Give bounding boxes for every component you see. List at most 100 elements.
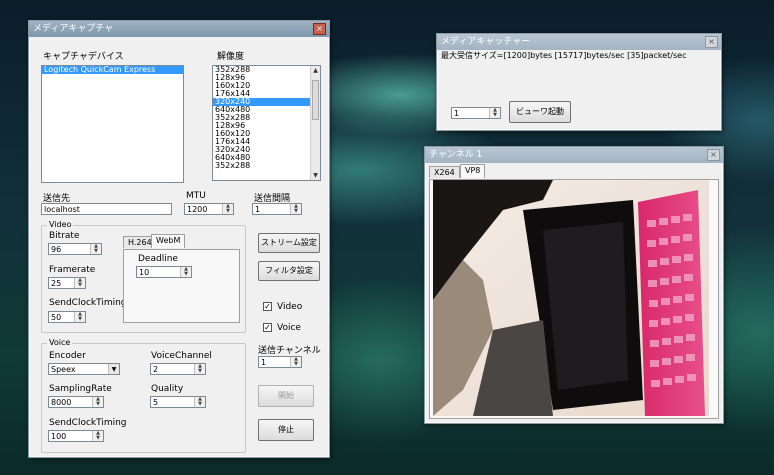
down-icon[interactable]: ▼ (291, 209, 301, 214)
video-frame (433, 180, 709, 416)
voice-group-title: Voice (47, 338, 73, 347)
mtu-value: 1200 (187, 205, 208, 214)
down-icon[interactable]: ▼ (490, 113, 500, 118)
voice-check-label: Voice (277, 323, 301, 333)
capture-window: メディアキャプチャ × キャプチャデバイス 解像度 Logitech Quick… (28, 20, 330, 458)
close-icon[interactable]: × (705, 36, 718, 48)
deadline-stepper[interactable]: 10 ▲ ▼ (136, 266, 192, 278)
stepper-arrows[interactable]: ▲ ▼ (180, 267, 191, 277)
channel-title: チャンネル 1 (429, 150, 483, 160)
capture-title: メディアキャプチャ (33, 24, 114, 34)
interval-stepper[interactable]: 1 ▲ ▼ (252, 203, 302, 215)
scroll-down-icon[interactable]: ▼ (311, 171, 320, 180)
tab-vp8[interactable]: VP8 (460, 164, 486, 178)
voice-sendclock-stepper[interactable]: 100 ▲ ▼ (48, 430, 104, 442)
channel-window: チャンネル 1 × X264 VP8 (424, 146, 724, 424)
sendclock-stepper[interactable]: 50 ▲ ▼ (48, 311, 86, 323)
deadline-label: Deadline (138, 254, 178, 264)
down-icon[interactable]: ▼ (93, 402, 103, 407)
sampling-value: 8000 (51, 398, 72, 407)
catcher-status: 最大受信サイズ=[1200]bytes [15717]bytes/sec [35… (441, 51, 687, 60)
close-icon[interactable]: × (707, 149, 720, 161)
catcher-title: メディアキャッチャー (441, 37, 531, 47)
viewer-launch-button[interactable]: ビューワ起動 (509, 101, 571, 123)
stepper-arrows[interactable]: ▲ ▼ (74, 278, 85, 288)
stepper-arrows[interactable]: ▲ ▼ (194, 364, 205, 374)
resolution-item[interactable]: 352x288 (213, 162, 320, 170)
voice-sendclock-label: SendClockTiming (49, 418, 127, 428)
send-channel-label: 送信チャンネル (258, 346, 321, 356)
deadline-value: 10 (139, 268, 150, 277)
framerate-stepper[interactable]: 25 ▲ ▼ (48, 277, 86, 289)
capture-titlebar[interactable]: メディアキャプチャ × (29, 21, 329, 37)
stepper-arrows[interactable]: ▲ ▼ (90, 244, 101, 254)
dest-input[interactable]: localhost (41, 203, 172, 215)
close-icon[interactable]: × (313, 23, 326, 35)
tab-x264[interactable]: X264 (429, 166, 460, 178)
down-icon[interactable]: ▼ (223, 209, 233, 214)
stepper-arrows[interactable]: ▲ ▼ (489, 108, 500, 118)
framerate-label: Framerate (49, 265, 96, 275)
sendclock-value: 50 (51, 313, 62, 322)
stepper-arrows[interactable]: ▲ ▼ (74, 312, 85, 322)
sampling-label: SamplingRate (49, 384, 112, 394)
stepper-arrows[interactable]: ▲ ▼ (92, 431, 103, 441)
mtu-label: MTU (186, 191, 206, 201)
stepper-arrows[interactable]: ▲ ▼ (290, 204, 301, 214)
quality-value: 5 (153, 398, 159, 407)
quality-label: Quality (151, 384, 184, 394)
encoder-label: Encoder (49, 351, 86, 361)
bitrate-value: 96 (51, 245, 62, 254)
stepper-arrows[interactable]: ▲ ▼ (222, 204, 233, 214)
mtu-stepper[interactable]: 1200 ▲ ▼ (184, 203, 234, 215)
scroll-thumb[interactable] (312, 80, 319, 120)
down-icon[interactable]: ▼ (75, 317, 85, 322)
stop-button[interactable]: 停止 (258, 419, 314, 441)
down-icon[interactable]: ▼ (195, 369, 205, 374)
bitrate-stepper[interactable]: 96 ▲ ▼ (48, 243, 102, 255)
tab-webm[interactable]: WebM (151, 234, 186, 248)
interval-value: 1 (255, 205, 261, 214)
device-item[interactable]: Logitech QuickCam Express (42, 66, 183, 74)
down-icon[interactable]: ▼ (91, 249, 101, 254)
voice-channel-value: 2 (153, 365, 159, 374)
resolution-label: 解像度 (217, 52, 245, 62)
voice-channel-label: VoiceChannel (151, 351, 212, 361)
voice-group: Voice Encoder Speex ▼ VoiceChannel 2 ▲ ▼ … (41, 338, 246, 453)
down-icon[interactable]: ▼ (181, 272, 191, 277)
down-icon[interactable]: ▼ (75, 283, 85, 288)
resolution-scrollbar[interactable]: ▲ ▼ (310, 66, 320, 180)
video-group-title: Video (47, 220, 74, 229)
down-icon[interactable]: ▼ (93, 436, 103, 441)
encoder-value: Speex (51, 365, 76, 374)
voice-sendclock-value: 100 (51, 432, 67, 441)
quality-stepper[interactable]: 5 ▲ ▼ (150, 396, 206, 408)
voice-checkbox[interactable]: ✓ (263, 323, 272, 332)
resolution-list[interactable]: 352x288 128x96 160x120 176x144 320x240 640x48… (212, 65, 321, 181)
stream-settings-button[interactable]: ストリーム設定 (258, 233, 320, 253)
sampling-stepper[interactable]: 8000 ▲ ▼ (48, 396, 104, 408)
channel-tabs: X264 VP8 (429, 164, 529, 180)
video-group: Video Bitrate 96 ▲ ▼ Framerate 25 ▲ ▼ Send… (41, 220, 246, 333)
stepper-arrows[interactable]: ▲ ▼ (92, 397, 103, 407)
voice-channel-stepper[interactable]: 2 ▲ ▼ (150, 363, 206, 375)
filter-settings-button[interactable]: フィルタ設定 (258, 261, 320, 281)
start-button[interactable]: 開始 (258, 385, 314, 407)
catcher-channel-stepper[interactable]: 1 ▲ ▼ (451, 107, 501, 119)
channel-titlebar[interactable]: チャンネル 1 × (425, 147, 723, 163)
scroll-up-icon[interactable]: ▲ (311, 66, 320, 75)
chevron-down-icon[interactable]: ▼ (108, 364, 119, 374)
bitrate-label: Bitrate (49, 231, 80, 241)
send-channel-value: 1 (261, 358, 267, 367)
down-icon[interactable]: ▼ (291, 362, 301, 367)
video-check-label: Video (277, 302, 303, 312)
stepper-arrows[interactable]: ▲ ▼ (194, 397, 205, 407)
stepper-arrows[interactable]: ▲ ▼ (290, 357, 301, 367)
catcher-titlebar[interactable]: メディアキャッチャー × (437, 34, 721, 50)
encoder-select[interactable]: Speex ▼ (48, 363, 120, 375)
down-icon[interactable]: ▼ (195, 402, 205, 407)
device-label: キャプチャデバイス (43, 52, 124, 62)
device-list[interactable]: Logitech QuickCam Express (41, 65, 184, 183)
video-checkbox[interactable]: ✓ (263, 302, 272, 311)
send-channel-stepper[interactable]: 1 ▲ ▼ (258, 356, 302, 368)
